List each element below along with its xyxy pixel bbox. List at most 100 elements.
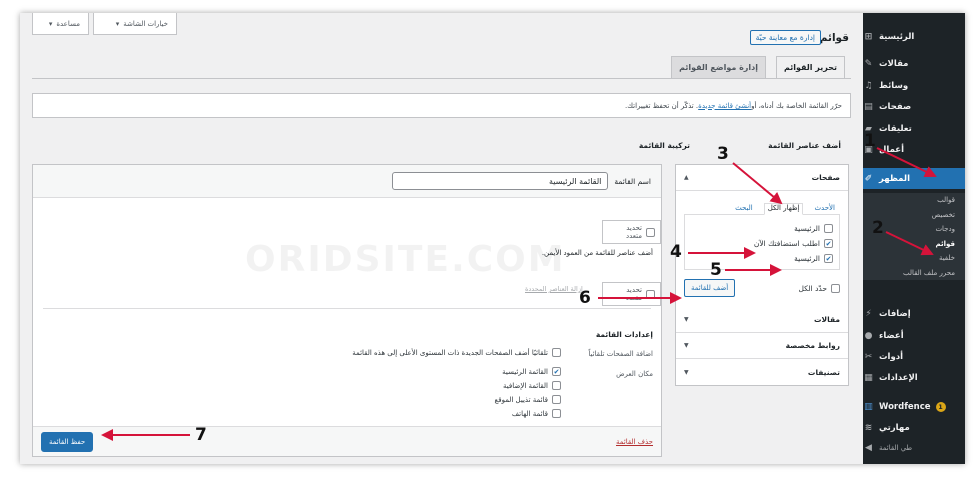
sidebar-item-label: إضافات (879, 308, 911, 319)
list-item[interactable]: الرئيسية (691, 221, 833, 236)
pages-actions: حدّد الكل أضف للقائمة (684, 279, 840, 297)
dashboard-icon: ⊞ (864, 31, 873, 42)
list-item[interactable]: ✔ اطلب استضافتك الآن (691, 236, 833, 251)
checkbox[interactable] (824, 224, 833, 233)
submenu-background[interactable]: خلفية (863, 251, 965, 266)
help-toggle[interactable]: مساعدة ▾ (32, 13, 89, 35)
sidebar-item-label: المظهر (879, 173, 910, 184)
sidebar-item-appearance[interactable]: ✐ المظهر (863, 168, 965, 189)
annotation-1: 1 (864, 131, 876, 151)
tab-search[interactable]: البحث (732, 204, 756, 214)
tab-most-recent[interactable]: الأحدث (811, 204, 838, 214)
sidebar-item-label: مهارتي (879, 422, 910, 433)
manage-live-preview-button[interactable]: إدارة مع معاينة حيّة (749, 30, 821, 45)
sidebar-item-plugins[interactable]: ⚡ إضافات (863, 303, 965, 324)
sidebar-item-pages[interactable]: ▤ صفحات (863, 96, 965, 117)
divider (43, 308, 651, 309)
submenu-themes[interactable]: قوالب (863, 193, 965, 208)
sidebar-item-label: أدوات (879, 351, 904, 362)
sidebar-item-label: تعليقات (879, 123, 912, 134)
menu-name-input[interactable]: القائمة الرئيسية (392, 172, 609, 190)
section-title: تصنيفات (807, 367, 840, 377)
chevron-down-icon: ▼ (684, 342, 689, 349)
checkbox[interactable] (646, 289, 655, 299)
checkbox[interactable] (552, 381, 561, 390)
bulk-select-top[interactable]: تحديد متعدد (602, 220, 661, 244)
checkbox[interactable] (646, 227, 655, 237)
checkbox-checked[interactable]: ✔ (552, 367, 561, 376)
sidebar-item-tools[interactable]: ✂ أدوات (863, 346, 965, 367)
add-to-menu-button[interactable]: أضف للقائمة (684, 279, 736, 297)
users-icon: ● (864, 330, 873, 341)
help-label: مساعدة (56, 19, 80, 28)
checkbox[interactable] (552, 348, 561, 357)
sidebar-item-label: Wordfence (879, 401, 931, 412)
tab-manage-locations[interactable]: إدارة مواضع القوائم (671, 56, 766, 78)
checkbox[interactable] (552, 395, 561, 404)
chevron-down-icon: ▾ (115, 19, 120, 28)
location-option[interactable]: ✔ القائمة الرئيسية (502, 367, 561, 376)
tab-view-all[interactable]: إظهار الكل (763, 203, 804, 215)
bulk-select-bottom[interactable]: تحديد متعدد (602, 282, 661, 306)
sidebar-item-settings[interactable]: ▦ الإعدادات (863, 367, 965, 388)
sidebar-item-users[interactable]: ● أعضاء (863, 325, 965, 346)
bulk-select-label: تحديد متعدد (625, 286, 642, 302)
section-title: مقالات (814, 315, 840, 324)
checkbox[interactable] (831, 283, 840, 293)
sidebar-item-label: صفحات (879, 101, 912, 112)
auto-add-option[interactable]: تلقائيًا أضف الصفحات الجديدة ذات المستوى… (352, 348, 561, 357)
pages-tabs: الأحدث إظهار الكل البحث (684, 199, 840, 215)
categories-section-header[interactable]: تصنيفات ▼ (676, 359, 848, 385)
wrench-icon: ✂ (864, 351, 873, 362)
admin-sidebar: ⊞ الرئيسية ✎ مقالات ♫ وسائط ▤ صفحات ▰ تع… (857, 13, 965, 464)
page-icon: ▤ (864, 101, 873, 112)
posts-section-header[interactable]: مقالات ▼ (676, 307, 848, 333)
location-option-label: القائمة الرئيسية (502, 367, 548, 376)
sidebar-item-collapse[interactable]: ◀ طي القائمة (863, 437, 965, 458)
select-all-row[interactable]: حدّد الكل (799, 281, 840, 296)
sidebar-item-posts[interactable]: ✎ مقالات (863, 53, 965, 74)
bulk-select-label: تحديد متعدد (625, 224, 642, 240)
sidebar-item-wordfence[interactable]: ▥ Wordfence 1 (863, 396, 965, 417)
chevron-up-icon: ▲ (684, 174, 689, 181)
notification-badge: 1 (935, 401, 946, 412)
main-content: خيارات الشاشة ▾ مساعدة ▾ قوائم إدارة مع … (20, 13, 863, 464)
custom-links-section-header[interactable]: روابط مخصصة ▼ (676, 333, 848, 359)
stats-icon: ≋ (864, 422, 873, 433)
submenu-menus[interactable]: قوائم (863, 237, 965, 252)
chevron-down-icon: ▼ (684, 316, 689, 323)
sidebar-item-portfolio[interactable]: ▣ أعمال (863, 139, 965, 160)
save-menu-button[interactable]: حفظ القائمة (41, 431, 94, 452)
remove-selected-link[interactable]: إزالة العناصر المحددة (525, 285, 583, 293)
sidebar-item-label: مقالات (879, 58, 909, 69)
create-new-menu-link[interactable]: أنشئ قائمة جديدة (698, 102, 751, 110)
menu-footer: حذف القائمة حفظ القائمة (33, 426, 661, 456)
location-option[interactable]: قائمة الهاتف (512, 409, 561, 418)
settings-icon: ▦ (864, 372, 873, 383)
section-title: روابط مخصصة (785, 341, 840, 350)
add-items-accordion: صفحات ▲ الأحدث إظهار الكل البحث الرئيسية… (675, 164, 849, 386)
watermark: ORIDSITE.COM (245, 239, 566, 280)
sidebar-item-label: أعمال (879, 144, 904, 155)
sidebar-item-skills[interactable]: ≋ مهارتي (863, 417, 965, 438)
menu-name-label: اسم القائمة (614, 176, 651, 186)
checkbox[interactable] (552, 409, 561, 418)
checkbox-checked[interactable]: ✔ (824, 254, 833, 263)
sidebar-item-label: طي القائمة (879, 443, 913, 452)
delete-menu-link[interactable]: حذف القائمة (616, 438, 653, 446)
sidebar-item-comments[interactable]: ▰ تعليقات (863, 118, 965, 139)
submenu-theme-editor[interactable]: محرر ملف القالب (863, 266, 965, 281)
pages-section-header[interactable]: صفحات ▲ (676, 165, 848, 191)
sidebar-item-dashboard[interactable]: ⊞ الرئيسية (863, 26, 965, 47)
screen-options-toggle[interactable]: خيارات الشاشة ▾ (93, 13, 177, 35)
location-option[interactable]: قائمة تذييل الموقع (495, 395, 561, 404)
media-icon: ♫ (864, 80, 873, 91)
list-item-label: الرئيسية (794, 224, 820, 233)
menu-structure-title: تركيبة القائمة (638, 141, 690, 150)
notice-text-end: . تذكّر أن تحفظ تغييراتك. (625, 101, 699, 110)
sidebar-item-media[interactable]: ♫ وسائط (863, 75, 965, 96)
checkbox-checked[interactable]: ✔ (824, 239, 833, 248)
tab-edit-menus[interactable]: تحرير القوائم (775, 56, 845, 78)
location-option[interactable]: القائمة الإضافية (503, 381, 561, 390)
app-window: ⊞ الرئيسية ✎ مقالات ♫ وسائط ▤ صفحات ▰ تع… (20, 13, 965, 464)
